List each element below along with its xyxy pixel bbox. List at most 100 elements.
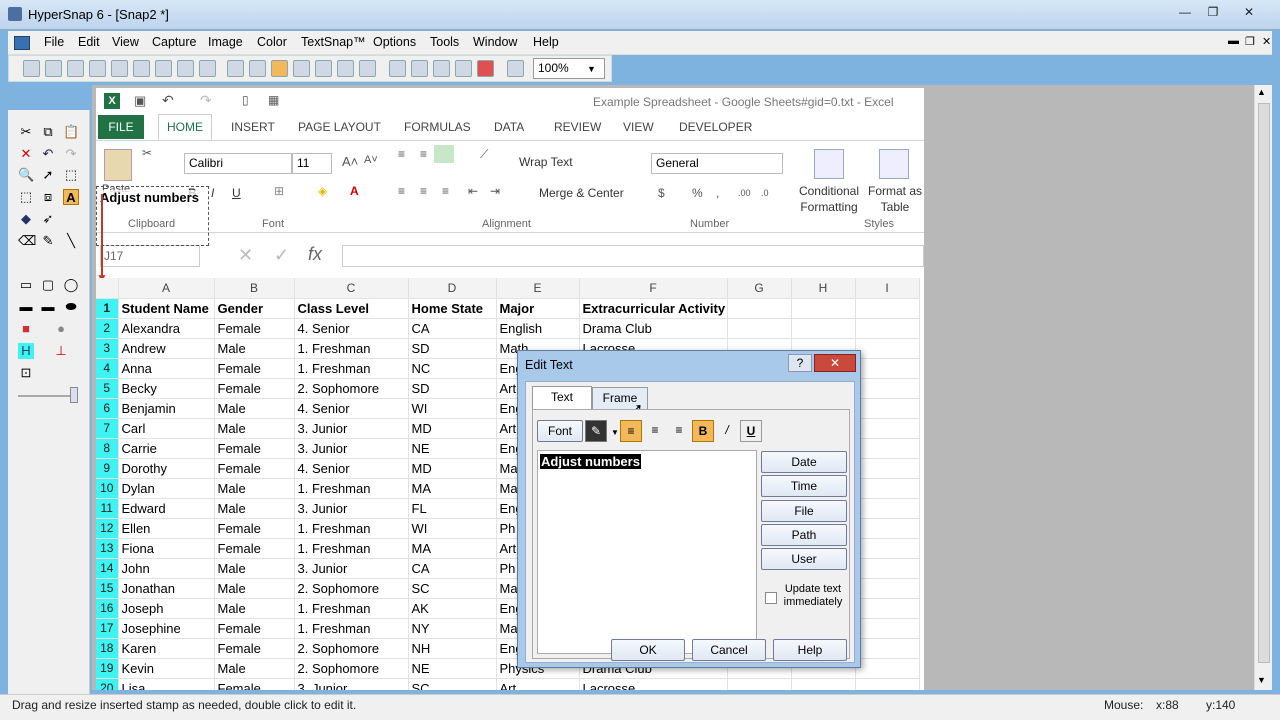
menu-view[interactable]: View (112, 35, 139, 49)
help-cursor-icon[interactable] (507, 60, 524, 77)
dialog-close-icon[interactable]: ✕ (814, 354, 856, 372)
underline-icon[interactable]: U (740, 420, 762, 442)
scroll-capture-icon[interactable] (337, 60, 354, 77)
menu-edit[interactable]: Edit (78, 35, 100, 49)
menu-color[interactable]: Color (257, 35, 287, 49)
new-icon[interactable] (23, 60, 40, 77)
filled-rect-icon[interactable]: ▬ (18, 299, 34, 315)
scroll-down-icon[interactable]: ▼ (1257, 675, 1266, 685)
close-icon[interactable]: ✕ (1236, 3, 1262, 21)
menu-image[interactable]: Image (208, 35, 243, 49)
date-button[interactable]: Date (761, 451, 847, 473)
crop-tool-icon[interactable]: ⬚ (63, 167, 79, 183)
scroll-thumb[interactable] (1258, 103, 1270, 663)
zoom-slider-thumb[interactable] (70, 387, 78, 403)
menu-capture[interactable]: Capture (152, 35, 196, 49)
highlight-icon[interactable]: H (18, 343, 34, 359)
window-capture-icon[interactable] (315, 60, 332, 77)
rotate-left-icon[interactable] (389, 60, 406, 77)
find-icon[interactable] (133, 60, 150, 77)
menu-file[interactable]: File (44, 35, 64, 49)
chevron-down-icon[interactable]: ▼ (587, 64, 596, 74)
user-button[interactable]: User (761, 548, 847, 570)
pointer-icon[interactable]: ➶ (40, 211, 56, 227)
help-question-icon[interactable]: ? (788, 354, 812, 372)
delete-icon[interactable]: ✕ (18, 146, 34, 162)
bold-icon[interactable]: B (692, 420, 714, 442)
ok-button[interactable]: OK (611, 639, 685, 661)
capture-icon[interactable] (227, 60, 244, 77)
copy-tool-icon[interactable]: ⧉ (40, 124, 56, 140)
flag-icon[interactable] (477, 60, 494, 77)
save-icon[interactable] (89, 60, 106, 77)
clone-icon[interactable]: ⧈ (40, 189, 56, 205)
region-icon[interactable] (293, 60, 310, 77)
stamp-tool-icon[interactable]: ⊥ (53, 343, 69, 359)
maximize-icon[interactable]: ❐ (1200, 3, 1226, 21)
fullscreen-capture-icon[interactable] (359, 60, 376, 77)
menu-tools[interactable]: Tools (430, 35, 459, 49)
save-all-icon[interactable] (111, 60, 128, 77)
scroll-up-icon[interactable]: ▲ (1257, 87, 1266, 97)
menu-textsnap[interactable]: TextSnap™ (301, 35, 366, 49)
rect-select-icon[interactable]: ⬚ (18, 189, 34, 205)
minimize-icon[interactable]: — (1172, 3, 1198, 21)
file-button[interactable]: File (761, 500, 847, 522)
zoom-tool-icon[interactable]: 🔍 (18, 167, 34, 183)
doc-close-icon[interactable]: ✕ (1262, 35, 1271, 48)
zoom-slider[interactable] (18, 395, 78, 397)
row-number: 6 (96, 398, 119, 419)
rounded-rect-icon[interactable]: ▢ (40, 277, 56, 293)
menu-options[interactable]: Options (373, 35, 416, 49)
tab-text[interactable]: Text (532, 386, 592, 410)
rotate-right-icon[interactable] (411, 60, 428, 77)
text-tool-icon[interactable]: A (63, 189, 79, 205)
crop-icon[interactable] (433, 60, 450, 77)
ellipse-icon[interactable]: ◯ (63, 277, 79, 293)
italic-icon[interactable]: / (716, 420, 738, 442)
doc-minimize-icon[interactable]: ▬ (1228, 35, 1239, 47)
align-right-icon[interactable]: ≡ (668, 420, 690, 442)
shadow-icon[interactable]: ● (53, 321, 69, 337)
eraser-icon[interactable]: ⌫ (18, 233, 36, 249)
open-icon[interactable] (45, 60, 62, 77)
text-color-icon[interactable]: ✎ (585, 420, 607, 442)
filled-rounded-icon[interactable]: ▬ (40, 299, 56, 315)
print-icon[interactable] (199, 60, 216, 77)
menu-help[interactable]: Help (533, 35, 559, 49)
undo-icon[interactable]: ↶ (40, 146, 56, 162)
cancel-button[interactable]: Cancel (692, 639, 766, 661)
stamp-icon[interactable] (271, 60, 288, 77)
color-icon[interactable]: ■ (18, 321, 34, 337)
paste-tool-icon[interactable]: 📋 (63, 124, 79, 140)
update-text-checkbox[interactable] (765, 592, 777, 604)
fill-icon[interactable]: ◆ (18, 211, 34, 227)
column-header-row: ABCDEFGHI (96, 278, 920, 299)
tools-icon[interactable] (249, 60, 266, 77)
doc-restore-icon[interactable]: ❐ (1245, 35, 1255, 48)
filled-ellipse-icon[interactable]: ⬬ (63, 299, 79, 315)
cut-icon[interactable]: ✂ (18, 124, 34, 140)
browse-icon[interactable] (67, 60, 84, 77)
redo-icon[interactable]: ↷ (63, 146, 79, 162)
align-left-icon[interactable]: ≡ (620, 420, 642, 442)
copy-icon[interactable] (155, 60, 172, 77)
vertical-scrollbar[interactable]: ▲ ▼ (1254, 85, 1272, 690)
path-button[interactable]: Path (761, 524, 847, 546)
select-icon[interactable]: ➚ (40, 167, 56, 183)
font-button[interactable]: Font (537, 420, 583, 442)
align-center-icon[interactable]: ≡ (644, 420, 666, 442)
menu-window[interactable]: Window (473, 35, 517, 49)
time-button[interactable]: Time (761, 475, 847, 497)
text-editor[interactable]: Adjust numbers (537, 450, 757, 654)
pen-icon[interactable]: ✎ (40, 233, 56, 249)
rectangle-icon[interactable]: ▭ (18, 277, 34, 293)
resize-icon[interactable] (455, 60, 472, 77)
text-stamp[interactable]: Adjust numbers (96, 186, 209, 246)
color-dropdown-icon[interactable]: ▼ (611, 428, 619, 437)
line-icon[interactable]: ╲ (63, 233, 79, 249)
fit-icon[interactable]: ⊡ (18, 365, 34, 381)
ribbon-tab-review: REVIEW (554, 120, 602, 134)
book-icon[interactable] (177, 60, 194, 77)
help-button[interactable]: Help (773, 639, 847, 661)
